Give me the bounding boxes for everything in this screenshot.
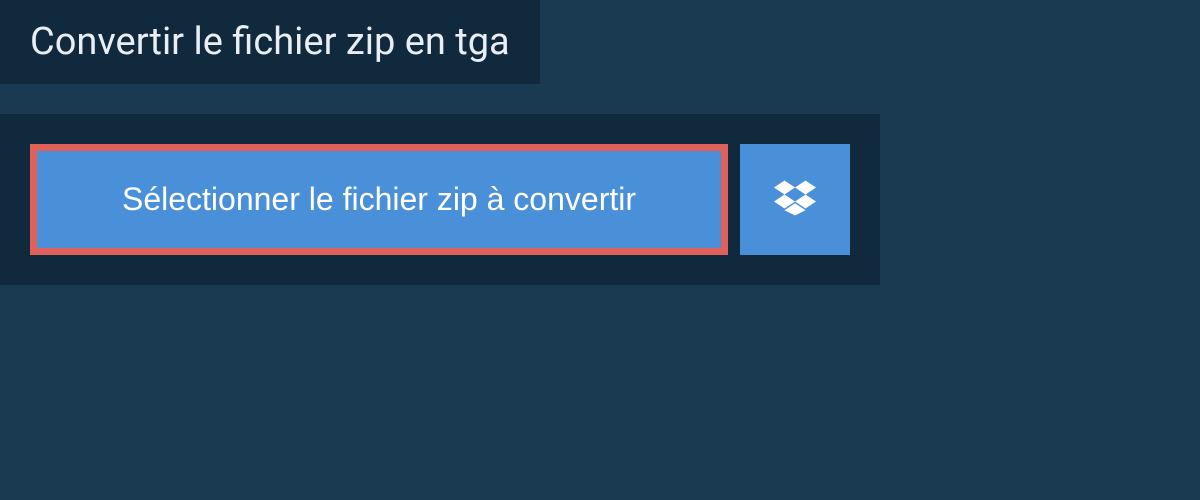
- dropbox-button[interactable]: [740, 144, 850, 255]
- select-file-button[interactable]: Sélectionner le fichier zip à convertir: [30, 144, 728, 255]
- button-container: Sélectionner le fichier zip à convertir: [0, 114, 880, 285]
- select-file-label: Sélectionner le fichier zip à convertir: [122, 181, 636, 218]
- title-bar: Convertir le fichier zip en tga: [0, 0, 540, 84]
- page-title: Convertir le fichier zip en tga: [30, 20, 510, 64]
- dropbox-icon: [774, 177, 816, 222]
